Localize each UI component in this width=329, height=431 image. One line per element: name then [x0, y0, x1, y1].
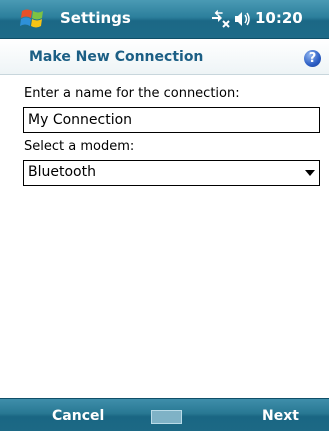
clock: 10:20 — [255, 9, 303, 27]
modem-select[interactable]: Bluetooth — [23, 160, 320, 186]
app-title: Settings — [60, 9, 131, 27]
next-button[interactable]: Next — [262, 408, 299, 424]
windows-start-icon[interactable] — [20, 6, 46, 32]
modem-select-value: Bluetooth — [28, 164, 96, 180]
help-icon[interactable]: ? — [304, 50, 321, 67]
cancel-button[interactable]: Cancel — [52, 408, 104, 424]
connectivity-icon[interactable] — [209, 9, 253, 29]
page-title: Make New Connection — [29, 49, 204, 65]
keyboard-icon[interactable] — [151, 410, 182, 424]
softkey-bar: Cancel Next — [0, 398, 329, 431]
connection-name-input[interactable]: My Connection — [23, 107, 320, 133]
page-header: Make New Connection ? — [0, 39, 329, 75]
title-bar: Settings 10:20 — [0, 0, 329, 39]
modem-label: Select a modem: — [24, 139, 135, 154]
chevron-down-icon[interactable] — [305, 170, 315, 176]
connection-name-label: Enter a name for the connection: — [24, 86, 240, 101]
